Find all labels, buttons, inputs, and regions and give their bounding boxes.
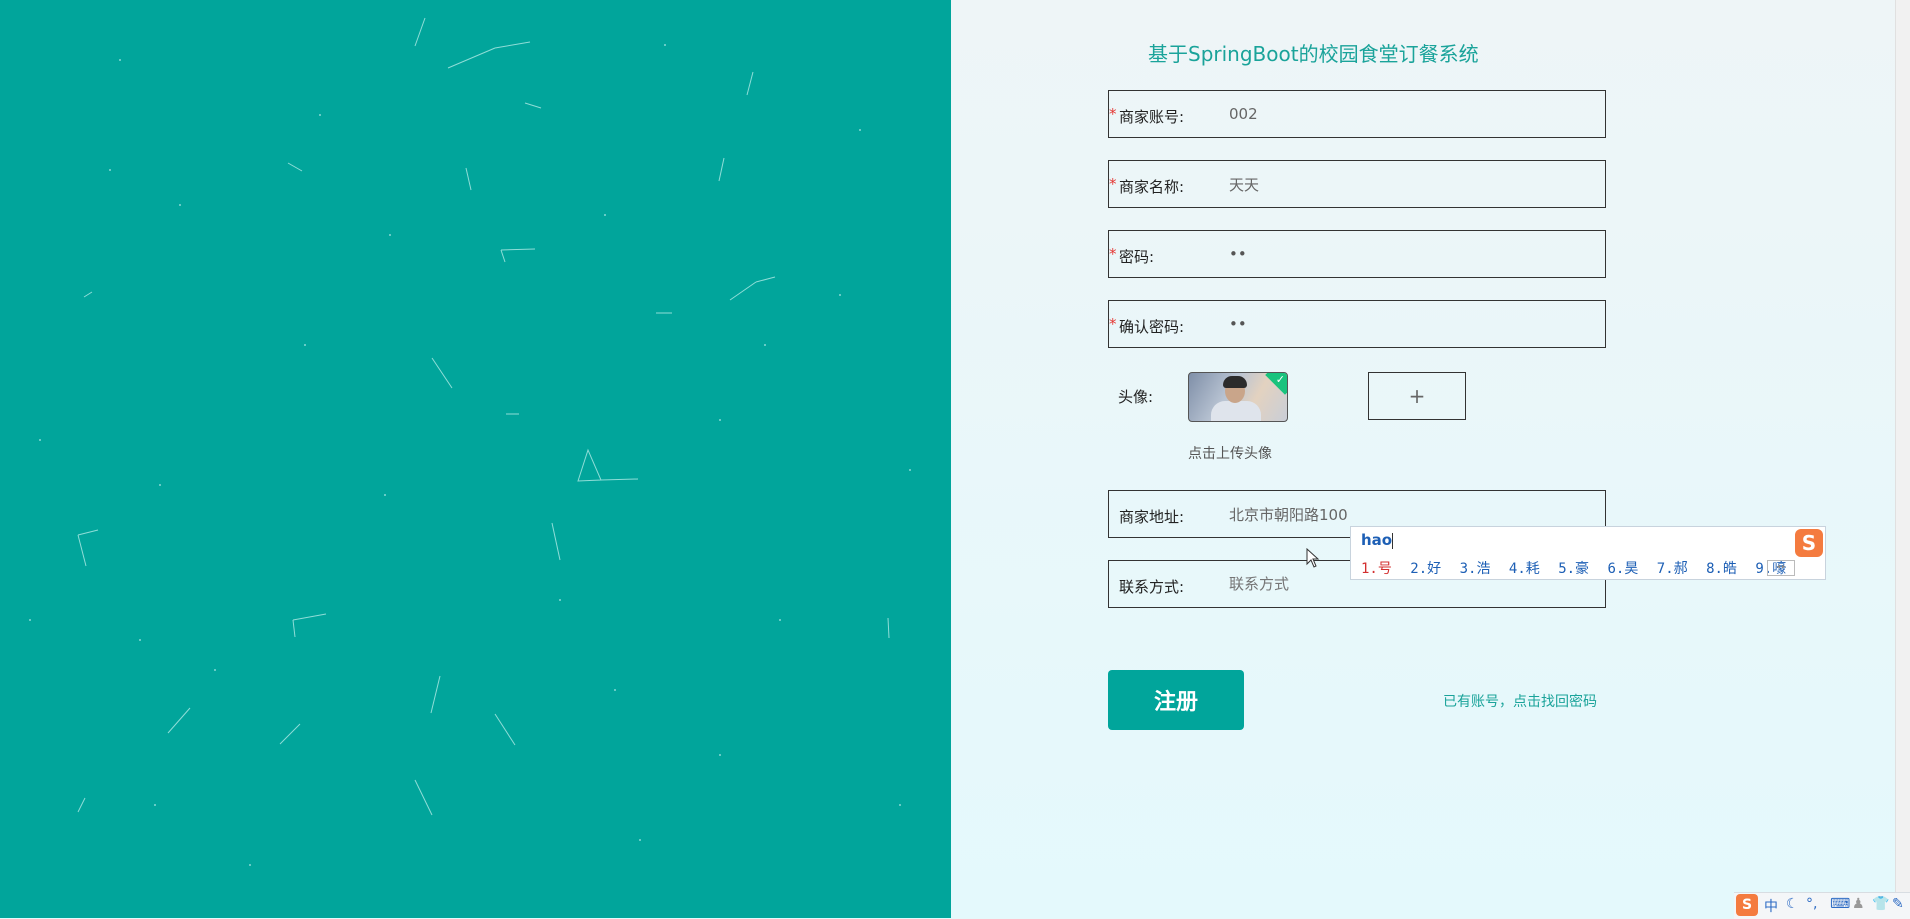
ime-candidate[interactable]: 7.郝 [1657, 561, 1688, 577]
skin-icon[interactable]: 👕 [1872, 896, 1889, 912]
address-input[interactable] [1229, 505, 1589, 523]
ime-candidate-list: 1.号 2.好 3.浩 4.耗 5.豪 6.昊 7.郝 8.皓 9.嚎 [1361, 558, 1796, 578]
contact-label: 联系方式: [1119, 578, 1185, 596]
ime-status-bar: S 中 ☾ °, ⌨ ♟ 👕 ✎ [1734, 892, 1910, 919]
register-button[interactable]: 注册 [1108, 670, 1244, 730]
find-password-link[interactable]: 已有账号，点击找回密码 [1443, 691, 1597, 711]
merchant-name-field: * 商家名称: [1108, 160, 1606, 208]
ime-candidate[interactable]: 2.好 [1410, 561, 1441, 577]
check-icon: ✓ [1275, 373, 1285, 386]
avatar-image-body [1211, 401, 1261, 421]
decorative-background-panel [0, 0, 951, 918]
ime-candidate[interactable]: 6.昊 [1607, 561, 1638, 577]
confirm-password-input[interactable]: •• [1229, 315, 1589, 333]
user-icon[interactable]: ♟ [1852, 896, 1865, 912]
merchant-name-input[interactable] [1229, 175, 1589, 193]
page-title: 基于SpringBoot的校园食堂订餐系统 [1148, 42, 1479, 66]
ime-page-arrows-icon[interactable]: ◂▸ [1767, 560, 1795, 576]
account-label: 商家账号: [1119, 108, 1185, 126]
sogou-status-icon[interactable]: S [1736, 894, 1758, 916]
ime-candidate[interactable]: 5.豪 [1558, 561, 1589, 577]
merchant-name-label: 商家名称: [1119, 178, 1185, 196]
ime-composition: hao [1361, 531, 1394, 549]
mouse-cursor-icon [1306, 548, 1320, 568]
avatar-preview[interactable]: ✓ [1188, 372, 1288, 422]
ime-candidate[interactable]: 1.号 [1361, 561, 1392, 577]
ime-candidate[interactable]: 3.浩 [1460, 561, 1491, 577]
avatar-upload-button[interactable]: + [1368, 372, 1466, 420]
password-input[interactable]: •• [1229, 245, 1589, 263]
moon-icon[interactable]: ☾ [1786, 896, 1799, 912]
password-label: 密码: [1119, 248, 1155, 266]
ime-candidate-popup: hao 1.号 2.好 3.浩 4.耗 5.豪 6.昊 7.郝 8.皓 9.嚎 … [1350, 526, 1826, 580]
address-label: 商家地址: [1119, 508, 1185, 526]
ime-candidate[interactable]: 8.皓 [1706, 561, 1737, 577]
punctuation-icon[interactable]: °, [1806, 896, 1817, 912]
confirm-password-field: * 确认密码: •• [1108, 300, 1606, 348]
ime-input-text: hao [1361, 531, 1393, 549]
required-marker: * [1109, 245, 1117, 263]
keyboard-icon[interactable]: ⌨ [1830, 896, 1850, 912]
sogou-logo-icon: S [1795, 529, 1823, 557]
text-caret [1392, 532, 1394, 549]
required-marker: * [1109, 175, 1117, 193]
password-field: * 密码: •• [1108, 230, 1606, 278]
avatar-label: 头像: [1118, 388, 1154, 406]
confirm-password-label: 确认密码: [1119, 318, 1185, 336]
vertical-scrollbar[interactable] [1895, 0, 1910, 918]
chinese-mode-icon[interactable]: 中 [1764, 896, 1778, 916]
ime-candidate[interactable]: 4.耗 [1509, 561, 1540, 577]
account-field: * 商家账号: [1108, 90, 1606, 138]
avatar-upload-hint: 点击上传头像 [1188, 446, 1272, 462]
required-marker: * [1109, 105, 1117, 123]
particle-lines-decoration [29, 17, 911, 866]
required-marker: * [1109, 315, 1117, 333]
avatar-image-hair [1223, 376, 1247, 388]
tools-icon[interactable]: ✎ [1892, 896, 1904, 912]
account-input[interactable] [1229, 105, 1589, 123]
